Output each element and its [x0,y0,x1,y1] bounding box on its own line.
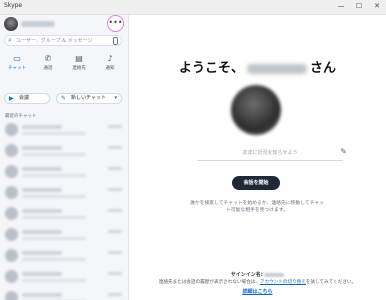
profile-row: ••• [0,15,128,33]
welcome-name-blurred [247,63,307,74]
search-icon: ⌕ [8,36,12,44]
minimize-button[interactable]: — [334,1,348,12]
pencil-icon[interactable]: ✎ [340,147,347,156]
signin-name: サインイン名: [129,271,386,278]
tab-chats[interactable]: ▭ チャット [2,52,32,76]
mood-placeholder: 友達に近況を知らせよう [242,150,298,156]
dialpad-icon[interactable] [113,37,118,45]
list-item[interactable] [0,119,128,140]
list-item[interactable] [0,182,128,203]
tab-calls[interactable]: ✆ 通話 [33,52,63,76]
list-item[interactable] [0,266,128,287]
main-pane: ようこそ、 さん 友達に近況を知らせよう ✎ 会話を開始 誰かを検索してチャットを… [129,15,386,300]
switch-account-note: 連絡先または会話の履歴が表示されない場合は、アカウントの切り替えを試してみてくだ… [129,279,386,285]
sidebar: ••• ⌕ ユーザー、グループ & メッセージ ▭ チャット ✆ 通話 ▤ 連絡… [0,15,129,300]
profile-avatar[interactable] [4,17,18,31]
video-icon: ▶ [9,95,14,102]
signin-label: サインイン名: [230,272,263,278]
tab-notifications-label: 通知 [105,66,115,71]
start-conversation-button[interactable]: 会話を開始 [232,176,280,190]
compose-icon: ✎ [61,95,67,102]
note-prefix: 連絡先または会話の履歴が表示されない場合は、 [158,280,260,285]
chevron-down-icon: ▾ [114,95,117,101]
learn-more-link[interactable]: 詳細はこちら [129,288,386,295]
close-button[interactable]: ✕ [370,1,384,12]
tab-contacts[interactable]: ▤ 連絡先 [64,52,94,76]
new-chat-label: 新しいチャット [71,95,106,101]
search-placeholder: ユーザー、グループ & メッセージ [16,38,93,44]
nav-tabs: ▭ チャット ✆ 通話 ▤ 連絡先 ♪ 通知 [0,52,128,76]
tab-calls-label: 通話 [43,66,53,71]
bell-icon: ♪ [107,54,113,63]
more-options-button[interactable]: ••• [107,15,124,32]
list-item[interactable] [0,140,128,161]
list-item[interactable] [0,245,128,266]
title-bar: Skype — ☐ ✕ [0,0,386,15]
phone-icon: ✆ [44,54,52,63]
list-item[interactable] [0,203,128,224]
profile-name-blurred[interactable] [21,21,55,27]
window-title: Skype [4,2,23,9]
welcome-prefix: ようこそ、 [178,61,244,76]
welcome-heading: ようこそ、 さん [129,57,386,76]
meet-now-button[interactable]: ▶ 会議 [4,93,50,104]
avatar[interactable] [231,85,281,135]
tab-contacts-label: 連絡先 [72,66,86,71]
note-suffix: を試してみてください。 [305,280,357,285]
hint-text: 誰かを検索してチャットを始めるか、連絡先に移動してチャット可能な相手を見つけます… [190,201,324,213]
switch-account-link[interactable]: アカウントの切り替え [260,280,306,285]
search-box[interactable]: ⌕ ユーザー、グループ & メッセージ [4,35,122,46]
chat-icon: ▭ [13,54,21,63]
list-item[interactable] [0,161,128,182]
tab-chats-label: チャット [8,66,26,71]
meet-now-label: 会議 [19,95,30,101]
mood-message-field[interactable]: 友達に近況を知らせよう ✎ [197,147,347,161]
tab-notifications[interactable]: ♪ 通知 [95,52,125,76]
maximize-button[interactable]: ☐ [352,1,366,12]
contacts-icon: ▤ [75,54,83,63]
chat-list [0,119,128,300]
signin-id-blurred [264,272,285,277]
list-item[interactable] [0,224,128,245]
new-chat-button[interactable]: ✎ 新しいチャット ▾ [56,93,122,104]
welcome-suffix: さん [310,61,337,76]
list-item[interactable] [0,287,128,300]
